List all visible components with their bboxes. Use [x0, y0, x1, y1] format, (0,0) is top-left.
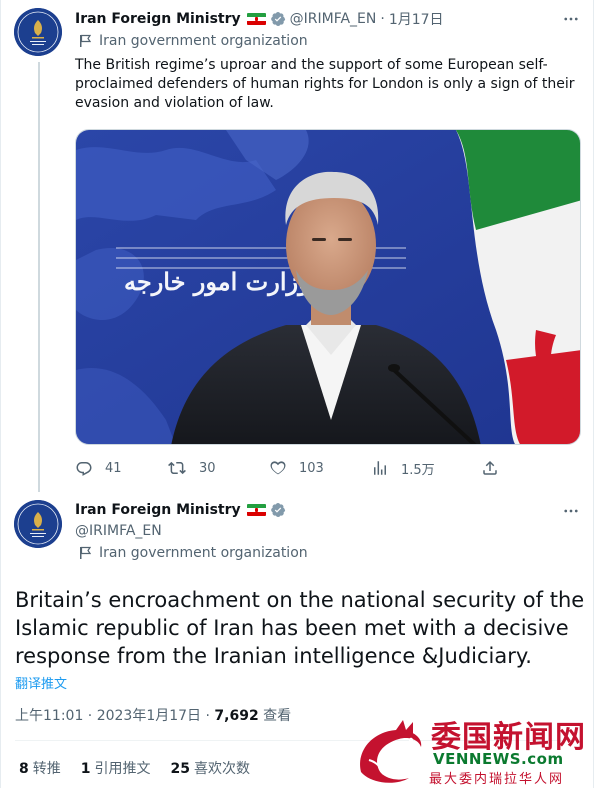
quotes-stat[interactable]: 1 引用推文	[81, 758, 151, 778]
like-button[interactable]: 103	[269, 456, 324, 480]
translate-tweet-link[interactable]: 翻译推文	[15, 673, 67, 692]
tweet1-action-bar: 41 30 103 1.5万	[75, 456, 515, 480]
thread-connector-line	[38, 62, 40, 492]
retweets-count: 8	[19, 761, 29, 777]
views-icon	[374, 461, 386, 475]
avatar[interactable]	[14, 500, 62, 548]
author-handle[interactable]: @IRIMFA_EN	[290, 11, 377, 27]
iran-flag-emoji	[246, 13, 266, 25]
tweet1-text: The British regime’s uproar and the supp…	[75, 57, 575, 111]
watermark-dragon-logo	[360, 720, 422, 783]
tweet2-handle-row: @IRIMFA_EN	[75, 521, 162, 541]
verified-icon	[270, 503, 285, 517]
flag-icon	[80, 34, 91, 47]
watermark: 委国新闻网 VENNEWS.com 最大委内瑞拉华人网	[351, 712, 594, 788]
likes-count: 25	[170, 761, 190, 777]
reply-icon	[76, 462, 92, 476]
like-count: 103	[299, 460, 324, 476]
retweets-stat[interactable]: 8 转推	[19, 758, 61, 778]
author-handle[interactable]: @IRIMFA_EN	[75, 523, 162, 539]
org-label: Iran government organization	[99, 33, 308, 49]
tweet-media-photo[interactable]: وزارت امور خارجه	[75, 129, 581, 445]
reply-button[interactable]: 41	[75, 456, 122, 480]
retweet-icon	[168, 461, 186, 475]
retweets-label: 转推	[32, 761, 61, 777]
avatar[interactable]	[14, 8, 62, 56]
likes-label: 喜欢次数	[193, 761, 250, 777]
org-label: Iran government organization	[99, 545, 308, 561]
tweet-date[interactable]: 1月17日	[389, 9, 444, 29]
watermark-subtitle: 最大委内瑞拉华人网	[429, 772, 565, 787]
likes-stat[interactable]: 25 喜欢次数	[171, 758, 250, 778]
more-icon	[564, 17, 578, 21]
org-label-row: Iran government organization	[79, 545, 308, 561]
share-button[interactable]	[481, 456, 511, 480]
views-label: 查看	[258, 708, 292, 724]
org-label-row: Iran government organization	[79, 33, 308, 49]
media-ministry-text: وزارت امور خارجه	[124, 267, 310, 297]
retweet-button[interactable]: 30	[167, 456, 216, 480]
quotes-count: 1	[80, 761, 91, 777]
tweet2-text: Britain’s encroachment on the national s…	[15, 588, 585, 668]
more-options-button[interactable]	[561, 501, 581, 521]
reply-count: 41	[105, 460, 122, 476]
author-name[interactable]: Iran Foreign Ministry	[75, 502, 241, 518]
tweet-stats: 8 转推 1 引用推文 25 喜欢次数	[19, 758, 270, 778]
quotes-label: 引用推文	[94, 761, 151, 777]
tweet2-header: Iran Foreign Ministry	[75, 500, 286, 520]
more-icon	[564, 509, 578, 513]
flag-icon	[80, 546, 91, 559]
tweet-meta: 上午11:01 · 2023年1月17日 · 7,692 查看	[15, 705, 291, 725]
tweet1-header: Iran Foreign Ministry @IRIMFA_EN · 1月17日	[75, 9, 444, 29]
watermark-site: VENNEWS.com	[433, 750, 564, 768]
author-name[interactable]: Iran Foreign Ministry	[75, 11, 241, 27]
verified-icon	[270, 12, 285, 26]
share-icon	[483, 460, 497, 475]
views-total: 7,692	[214, 708, 259, 724]
more-options-button[interactable]	[561, 9, 581, 29]
tweet-timestamp[interactable]: 上午11:01 · 2023年1月17日 ·	[15, 708, 214, 724]
views-count: 1.5万	[401, 462, 435, 478]
retweet-count: 30	[199, 460, 216, 476]
like-icon	[270, 461, 286, 475]
views-button[interactable]: 1.5万	[371, 456, 435, 480]
separator-dot: ·	[380, 11, 385, 27]
iran-flag-emoji	[246, 504, 266, 516]
timeline-frame: Iran Foreign Ministry @IRIMFA_EN · 1月17日…	[0, 0, 594, 788]
